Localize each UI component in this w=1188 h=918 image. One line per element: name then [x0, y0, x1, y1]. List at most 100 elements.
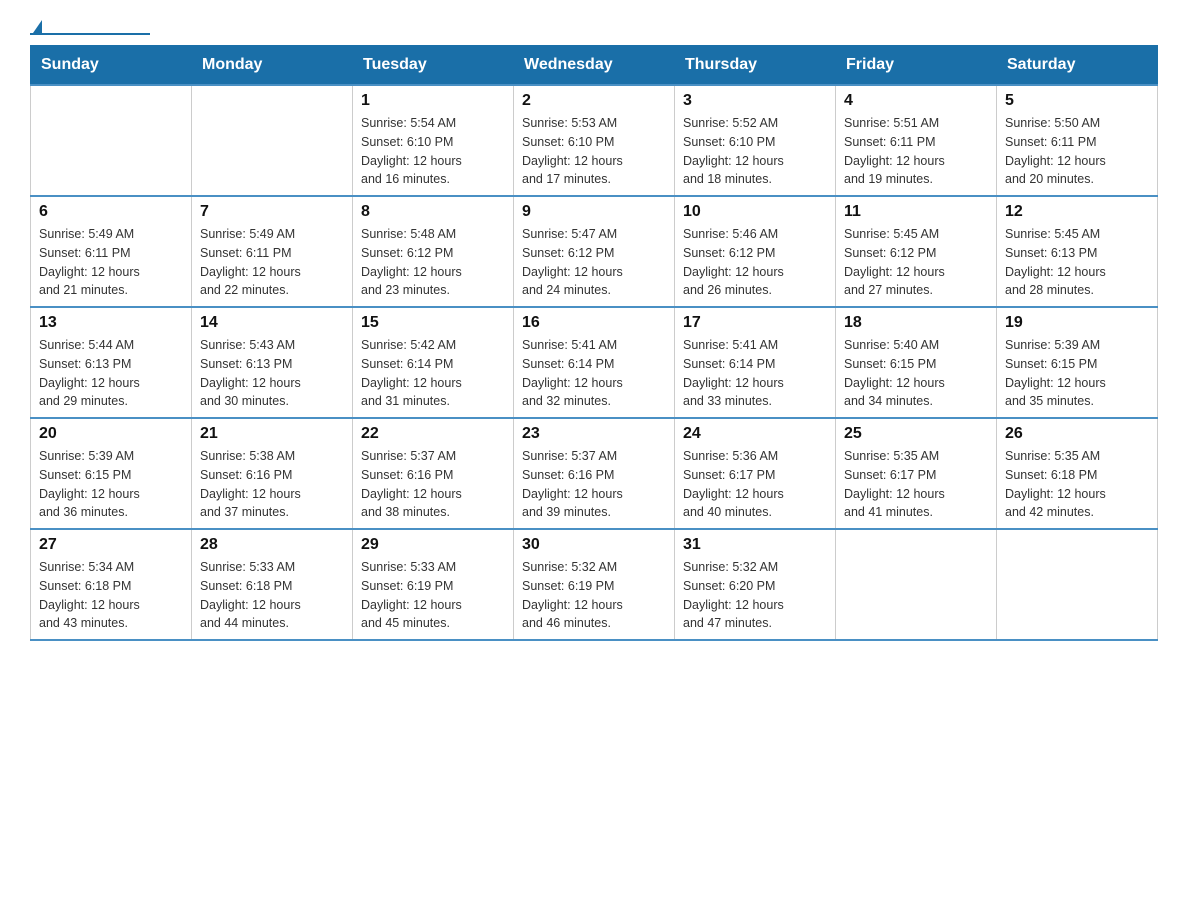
- day-number: 3: [683, 92, 827, 110]
- day-number: 25: [844, 425, 988, 443]
- day-sun-info: Sunrise: 5:35 AM Sunset: 6:17 PM Dayligh…: [844, 447, 988, 522]
- day-number: 1: [361, 92, 505, 110]
- day-sun-info: Sunrise: 5:32 AM Sunset: 6:19 PM Dayligh…: [522, 558, 666, 633]
- calendar-cell: 8 Sunrise: 5:48 AM Sunset: 6:12 PM Daylig…: [353, 196, 514, 307]
- day-sun-info: Sunrise: 5:37 AM Sunset: 6:16 PM Dayligh…: [361, 447, 505, 522]
- logo: [30, 20, 150, 35]
- calendar-cell: 1 Sunrise: 5:54 AM Sunset: 6:10 PM Daylig…: [353, 85, 514, 196]
- day-sun-info: Sunrise: 5:48 AM Sunset: 6:12 PM Dayligh…: [361, 225, 505, 300]
- day-sun-info: Sunrise: 5:47 AM Sunset: 6:12 PM Dayligh…: [522, 225, 666, 300]
- weekday-header-tuesday: Tuesday: [353, 46, 514, 86]
- calendar-cell: 30 Sunrise: 5:32 AM Sunset: 6:19 PM Dayli…: [514, 529, 675, 640]
- day-sun-info: Sunrise: 5:45 AM Sunset: 6:13 PM Dayligh…: [1005, 225, 1149, 300]
- day-sun-info: Sunrise: 5:52 AM Sunset: 6:10 PM Dayligh…: [683, 114, 827, 189]
- day-number: 23: [522, 425, 666, 443]
- calendar-cell: 12Sunrise: 5:45 AM Sunset: 6:13 PM Dayli…: [997, 196, 1158, 307]
- day-sun-info: Sunrise: 5:35 AM Sunset: 6:18 PM Dayligh…: [1005, 447, 1149, 522]
- calendar-cell: 2 Sunrise: 5:53 AM Sunset: 6:10 PM Daylig…: [514, 85, 675, 196]
- day-number: 18: [844, 314, 988, 332]
- calendar-cell: 26 Sunrise: 5:35 AM Sunset: 6:18 PM Dayli…: [997, 418, 1158, 529]
- calendar-cell: 24 Sunrise: 5:36 AM Sunset: 6:17 PM Dayli…: [675, 418, 836, 529]
- day-number: 7: [200, 203, 344, 221]
- weekday-header-monday: Monday: [192, 46, 353, 86]
- day-number: 24: [683, 425, 827, 443]
- calendar-cell: 29 Sunrise: 5:33 AM Sunset: 6:19 PM Dayli…: [353, 529, 514, 640]
- day-sun-info: Sunrise: 5:49 AM Sunset: 6:11 PM Dayligh…: [39, 225, 183, 300]
- day-number: 21: [200, 425, 344, 443]
- calendar-cell: 7Sunrise: 5:49 AM Sunset: 6:11 PM Daylig…: [192, 196, 353, 307]
- calendar-cell: [836, 529, 997, 640]
- day-number: 29: [361, 536, 505, 554]
- day-number: 20: [39, 425, 183, 443]
- weekday-header-saturday: Saturday: [997, 46, 1158, 86]
- day-number: 8: [361, 203, 505, 221]
- page-header: [30, 20, 1158, 35]
- day-sun-info: Sunrise: 5:34 AM Sunset: 6:18 PM Dayligh…: [39, 558, 183, 633]
- day-sun-info: Sunrise: 5:41 AM Sunset: 6:14 PM Dayligh…: [683, 336, 827, 411]
- day-sun-info: Sunrise: 5:42 AM Sunset: 6:14 PM Dayligh…: [361, 336, 505, 411]
- day-sun-info: Sunrise: 5:45 AM Sunset: 6:12 PM Dayligh…: [844, 225, 988, 300]
- day-number: 13: [39, 314, 183, 332]
- calendar-cell: 19 Sunrise: 5:39 AM Sunset: 6:15 PM Dayli…: [997, 307, 1158, 418]
- calendar-cell: 21 Sunrise: 5:38 AM Sunset: 6:16 PM Dayli…: [192, 418, 353, 529]
- calendar-cell: 27 Sunrise: 5:34 AM Sunset: 6:18 PM Dayli…: [31, 529, 192, 640]
- calendar-cell: 3 Sunrise: 5:52 AM Sunset: 6:10 PM Daylig…: [675, 85, 836, 196]
- calendar-cell: 9 Sunrise: 5:47 AM Sunset: 6:12 PM Daylig…: [514, 196, 675, 307]
- weekday-header-thursday: Thursday: [675, 46, 836, 86]
- day-sun-info: Sunrise: 5:38 AM Sunset: 6:16 PM Dayligh…: [200, 447, 344, 522]
- day-number: 4: [844, 92, 988, 110]
- day-sun-info: Sunrise: 5:40 AM Sunset: 6:15 PM Dayligh…: [844, 336, 988, 411]
- logo-underline: [30, 33, 150, 35]
- calendar-cell: 25 Sunrise: 5:35 AM Sunset: 6:17 PM Dayli…: [836, 418, 997, 529]
- day-number: 2: [522, 92, 666, 110]
- day-sun-info: Sunrise: 5:43 AM Sunset: 6:13 PM Dayligh…: [200, 336, 344, 411]
- calendar-cell: 31 Sunrise: 5:32 AM Sunset: 6:20 PM Dayli…: [675, 529, 836, 640]
- calendar-cell: [31, 85, 192, 196]
- day-number: 17: [683, 314, 827, 332]
- day-number: 5: [1005, 92, 1149, 110]
- calendar-cell: 11 Sunrise: 5:45 AM Sunset: 6:12 PM Dayli…: [836, 196, 997, 307]
- calendar-cell: 23Sunrise: 5:37 AM Sunset: 6:16 PM Dayli…: [514, 418, 675, 529]
- day-sun-info: Sunrise: 5:53 AM Sunset: 6:10 PM Dayligh…: [522, 114, 666, 189]
- calendar-cell: 14 Sunrise: 5:43 AM Sunset: 6:13 PM Dayli…: [192, 307, 353, 418]
- day-number: 6: [39, 203, 183, 221]
- day-sun-info: Sunrise: 5:39 AM Sunset: 6:15 PM Dayligh…: [39, 447, 183, 522]
- day-sun-info: Sunrise: 5:51 AM Sunset: 6:11 PM Dayligh…: [844, 114, 988, 189]
- day-sun-info: Sunrise: 5:41 AM Sunset: 6:14 PM Dayligh…: [522, 336, 666, 411]
- day-sun-info: Sunrise: 5:54 AM Sunset: 6:10 PM Dayligh…: [361, 114, 505, 189]
- day-sun-info: Sunrise: 5:50 AM Sunset: 6:11 PM Dayligh…: [1005, 114, 1149, 189]
- weekday-header-row: SundayMondayTuesdayWednesdayThursdayFrid…: [31, 46, 1158, 86]
- calendar-week-row: 13Sunrise: 5:44 AM Sunset: 6:13 PM Dayli…: [31, 307, 1158, 418]
- day-number: 16: [522, 314, 666, 332]
- day-number: 27: [39, 536, 183, 554]
- calendar-cell: [997, 529, 1158, 640]
- day-number: 26: [1005, 425, 1149, 443]
- day-sun-info: Sunrise: 5:39 AM Sunset: 6:15 PM Dayligh…: [1005, 336, 1149, 411]
- day-sun-info: Sunrise: 5:32 AM Sunset: 6:20 PM Dayligh…: [683, 558, 827, 633]
- calendar-cell: 16 Sunrise: 5:41 AM Sunset: 6:14 PM Dayli…: [514, 307, 675, 418]
- day-number: 28: [200, 536, 344, 554]
- day-number: 10: [683, 203, 827, 221]
- calendar-cell: 10Sunrise: 5:46 AM Sunset: 6:12 PM Dayli…: [675, 196, 836, 307]
- calendar-cell: [192, 85, 353, 196]
- day-number: 14: [200, 314, 344, 332]
- calendar-cell: 15 Sunrise: 5:42 AM Sunset: 6:14 PM Dayli…: [353, 307, 514, 418]
- day-number: 30: [522, 536, 666, 554]
- day-sun-info: Sunrise: 5:33 AM Sunset: 6:18 PM Dayligh…: [200, 558, 344, 633]
- day-number: 22: [361, 425, 505, 443]
- day-number: 9: [522, 203, 666, 221]
- calendar-cell: 28 Sunrise: 5:33 AM Sunset: 6:18 PM Dayli…: [192, 529, 353, 640]
- weekday-header-wednesday: Wednesday: [514, 46, 675, 86]
- calendar-table: SundayMondayTuesdayWednesdayThursdayFrid…: [30, 45, 1158, 641]
- day-number: 19: [1005, 314, 1149, 332]
- calendar-cell: 13Sunrise: 5:44 AM Sunset: 6:13 PM Dayli…: [31, 307, 192, 418]
- day-sun-info: Sunrise: 5:36 AM Sunset: 6:17 PM Dayligh…: [683, 447, 827, 522]
- day-number: 11: [844, 203, 988, 221]
- day-number: 15: [361, 314, 505, 332]
- weekday-header-friday: Friday: [836, 46, 997, 86]
- calendar-week-row: 6 Sunrise: 5:49 AM Sunset: 6:11 PM Daylig…: [31, 196, 1158, 307]
- calendar-cell: 18 Sunrise: 5:40 AM Sunset: 6:15 PM Dayli…: [836, 307, 997, 418]
- calendar-cell: 20 Sunrise: 5:39 AM Sunset: 6:15 PM Dayli…: [31, 418, 192, 529]
- day-sun-info: Sunrise: 5:33 AM Sunset: 6:19 PM Dayligh…: [361, 558, 505, 633]
- day-number: 31: [683, 536, 827, 554]
